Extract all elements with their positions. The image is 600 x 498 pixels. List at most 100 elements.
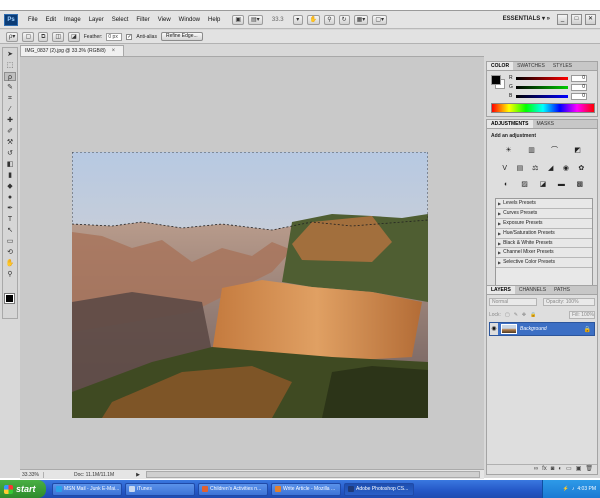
- bridge-button[interactable]: ▣: [232, 14, 245, 25]
- threshold-icon[interactable]: ◪: [538, 180, 547, 189]
- layer-style-icon[interactable]: fx: [542, 465, 547, 474]
- selective-color-icon[interactable]: ▩: [575, 180, 584, 189]
- exposure-icon[interactable]: ◩: [573, 146, 582, 155]
- menu-edit[interactable]: Edit: [42, 17, 60, 23]
- marquee-tool-icon[interactable]: ⬚: [4, 61, 16, 70]
- lock-position-icon[interactable]: ✥: [522, 312, 526, 318]
- rotate-view-icon[interactable]: ↻: [338, 14, 350, 25]
- tab-swatches[interactable]: SWATCHES: [513, 62, 549, 70]
- blue-slider[interactable]: [516, 94, 568, 98]
- green-slider[interactable]: [516, 85, 568, 89]
- healing-brush-tool-icon[interactable]: ✚: [4, 116, 16, 125]
- zoom-tool-icon[interactable]: ⚲: [324, 14, 335, 25]
- levels-icon[interactable]: ▥: [527, 146, 536, 155]
- new-selection-icon[interactable]: ▢: [22, 31, 35, 42]
- crop-tool-icon[interactable]: ⌗: [4, 94, 16, 103]
- task-adobe-photoshop[interactable]: Adobe Photoshop CS...: [344, 482, 414, 496]
- pen-tool-icon[interactable]: ✒: [4, 204, 16, 213]
- preset-channel-mixer[interactable]: ▶ Channel Mixer Presets: [496, 248, 592, 259]
- task-msn-mail[interactable]: MSN Mail - Junk E-Mai...: [52, 482, 122, 496]
- menu-filter[interactable]: Filter: [132, 17, 153, 23]
- hand-tool-icon[interactable]: ✋: [306, 14, 321, 25]
- preset-levels[interactable]: ▶ Levels Presets: [496, 199, 592, 209]
- preset-selective-color[interactable]: ▶ Selective Color Presets: [496, 258, 592, 269]
- invert-icon[interactable]: ◐: [502, 180, 511, 189]
- new-group-icon[interactable]: ▭: [566, 465, 572, 474]
- 3d-rotate-tool-icon[interactable]: ⟲: [4, 248, 16, 257]
- zoom-status[interactable]: 33.33%: [20, 471, 44, 478]
- delete-layer-icon[interactable]: 🗑: [585, 465, 593, 474]
- tab-color[interactable]: COLOR: [487, 62, 514, 70]
- shape-tool-icon[interactable]: ▭: [4, 237, 16, 246]
- eraser-tool-icon[interactable]: ◧: [4, 160, 16, 169]
- antialias-checkbox[interactable]: ✓: [126, 33, 133, 40]
- fill-field[interactable]: Fill: 100%: [569, 310, 595, 319]
- quick-selection-tool-icon[interactable]: ✎: [4, 83, 16, 92]
- task-write-article[interactable]: Write Article - Mozilla ...: [271, 482, 341, 496]
- new-layer-icon[interactable]: ▣: [576, 465, 582, 474]
- red-slider[interactable]: [516, 76, 568, 80]
- adjustment-layer-icon[interactable]: ◐: [558, 465, 562, 474]
- menu-layer[interactable]: Layer: [85, 17, 108, 23]
- vibrance-icon[interactable]: V: [500, 164, 509, 173]
- photoshop-logo-icon[interactable]: Ps: [4, 13, 18, 26]
- posterize-icon[interactable]: ▨: [520, 180, 529, 189]
- canvas-image[interactable]: [72, 152, 428, 418]
- task-childrens-activities[interactable]: Children's Activities n...: [198, 482, 268, 496]
- status-menu-arrow-icon[interactable]: ▶: [134, 472, 142, 478]
- zoom-dropdown-icon[interactable]: ▾: [292, 14, 303, 25]
- clone-stamp-tool-icon[interactable]: ⚒: [4, 138, 16, 147]
- link-layers-icon[interactable]: ∞: [534, 465, 538, 474]
- preset-hue-saturation[interactable]: ▶ Hue/Saturation Presets: [496, 229, 592, 239]
- document-tab[interactable]: IMG_0837 (2).jpg @ 33.3% (RGB/8) ×: [20, 45, 125, 56]
- intersect-selection-icon[interactable]: ◪: [68, 31, 80, 42]
- history-brush-tool-icon[interactable]: ↺: [4, 149, 16, 158]
- refine-edge-button[interactable]: Refine Edge...: [160, 32, 203, 41]
- add-selection-icon[interactable]: ⧉: [38, 31, 49, 42]
- preset-curves[interactable]: ▶ Curves Presets: [496, 209, 592, 219]
- lock-transparency-icon[interactable]: ▢: [505, 312, 510, 318]
- curves-icon[interactable]: ⌒: [550, 146, 559, 155]
- volume-icon[interactable]: ♪: [572, 486, 575, 492]
- type-tool-icon[interactable]: T: [4, 215, 16, 224]
- mini-bridge-button[interactable]: ▤▾: [248, 14, 263, 25]
- menu-file[interactable]: File: [24, 17, 42, 23]
- zoom-level-field[interactable]: 33.3: [267, 15, 289, 25]
- workspace-switcher[interactable]: ESSENTIALS ▾ »: [503, 15, 550, 22]
- channel-mixer-icon[interactable]: ✿: [577, 164, 586, 173]
- blend-mode-select[interactable]: Normal: [489, 298, 537, 306]
- add-mask-icon[interactable]: ◙: [551, 465, 555, 474]
- feather-input[interactable]: 0 px: [106, 32, 123, 41]
- horizontal-scrollbar[interactable]: [146, 471, 480, 478]
- lock-image-icon[interactable]: ✎: [514, 312, 518, 318]
- preset-exposure[interactable]: ▶ Exposure Presets: [496, 219, 592, 229]
- lock-all-icon[interactable]: 🔒: [530, 312, 536, 318]
- hand-tool-icon[interactable]: ✋: [4, 259, 16, 268]
- tab-layers[interactable]: LAYERS: [487, 286, 515, 294]
- task-itunes[interactable]: iTunes: [125, 482, 195, 496]
- gradient-tool-icon[interactable]: ▮: [4, 171, 16, 180]
- color-spectrum-bar[interactable]: [491, 103, 595, 113]
- maximize-button[interactable]: □: [571, 14, 582, 25]
- blue-value-input[interactable]: 0: [571, 92, 587, 100]
- opacity-field[interactable]: Opacity: 100%: [543, 298, 595, 306]
- lasso-tool-icon[interactable]: ρ: [4, 72, 16, 81]
- menu-help[interactable]: Help: [204, 17, 224, 23]
- eyedropper-tool-icon[interactable]: ⁄: [4, 105, 16, 114]
- hue-saturation-icon[interactable]: ▤: [515, 164, 524, 173]
- menu-image[interactable]: Image: [60, 17, 85, 23]
- color-balance-icon[interactable]: ⚖: [531, 164, 540, 173]
- preset-black-white[interactable]: ▶ Black & White Presets: [496, 239, 592, 249]
- arrange-documents-button[interactable]: ▦▾: [353, 14, 369, 25]
- start-button[interactable]: start: [0, 480, 46, 498]
- photo-filter-icon[interactable]: ◉: [561, 164, 570, 173]
- network-icon[interactable]: ⚡: [563, 486, 569, 492]
- menu-select[interactable]: Select: [108, 17, 133, 23]
- tab-paths[interactable]: PATHS: [550, 286, 574, 294]
- brightness-contrast-icon[interactable]: ☀: [504, 146, 513, 155]
- tab-adjustments[interactable]: ADJUSTMENTS: [487, 120, 533, 128]
- screen-mode-button[interactable]: ▢▾: [372, 14, 387, 25]
- blur-tool-icon[interactable]: ◆: [4, 182, 16, 191]
- foreground-color-swatch[interactable]: [5, 294, 14, 303]
- tab-masks[interactable]: MASKS: [533, 120, 559, 128]
